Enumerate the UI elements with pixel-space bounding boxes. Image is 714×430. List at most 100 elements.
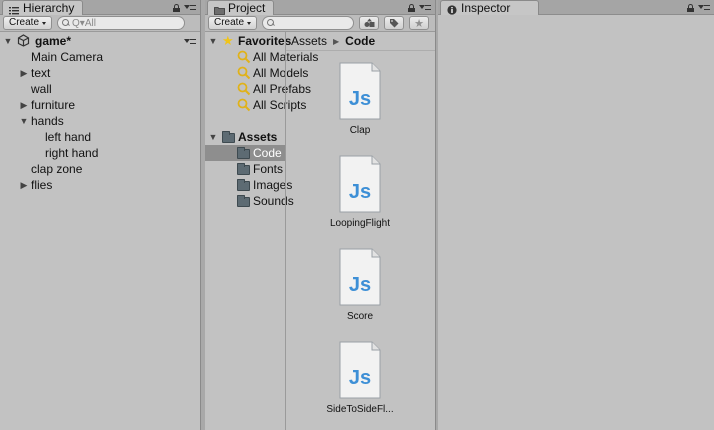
hierarchy-item-label: wall <box>31 82 52 96</box>
hierarchy-item-label: Main Camera <box>31 50 104 64</box>
folder-icon <box>237 195 250 207</box>
breadcrumb-root[interactable]: Assets <box>291 34 327 48</box>
breadcrumb-separator-icon: ▶ <box>333 36 340 46</box>
js-script-icon: Js <box>339 341 381 399</box>
panel-menu-icon[interactable] <box>698 3 710 12</box>
svg-text:Js: Js <box>349 274 371 296</box>
js-script-icon: Js <box>339 248 381 306</box>
expanded-arrow-icon[interactable]: ▼ <box>208 33 218 49</box>
hierarchy-item[interactable]: clap zone <box>0 161 200 177</box>
script-asset[interactable]: Js Score <box>285 248 435 323</box>
search-icon <box>267 19 275 27</box>
project-panel: Project Create ★ ▼ ★ Favorites All Mater… <box>205 0 436 430</box>
inspector-panel: Inspector <box>438 0 714 430</box>
folder-icon <box>237 179 250 191</box>
filter-by-label-button[interactable] <box>384 16 405 30</box>
panel-menu-icon[interactable] <box>419 3 431 12</box>
filter-by-type-button[interactable] <box>359 16 380 30</box>
hierarchy-item-label: text <box>31 66 51 80</box>
expanded-arrow-icon[interactable]: ▼ <box>3 33 13 49</box>
hierarchy-panel: Hierarchy Create Q▾All ▼ game* Main Came… <box>0 0 201 430</box>
folder-item-label: Fonts <box>253 162 284 176</box>
saved-search-icon <box>237 98 251 112</box>
lock-icon[interactable] <box>408 3 415 12</box>
expanded-arrow-icon[interactable]: ▼ <box>19 113 29 129</box>
favorite-item[interactable]: All Materials <box>205 49 318 65</box>
project-tabbar: Project <box>205 0 435 15</box>
svg-text:Js: Js <box>349 181 371 203</box>
folder-item[interactable]: Fonts <box>205 161 285 177</box>
folder-item[interactable]: Code <box>205 145 285 161</box>
hierarchy-search-input[interactable]: Q▾All <box>57 16 186 30</box>
script-asset[interactable]: Js Clap <box>285 62 435 137</box>
panel-menu-icon[interactable] <box>184 3 196 12</box>
project-toolbar: Create ★ <box>205 15 435 32</box>
script-asset-name: Score <box>346 311 374 322</box>
dropdown-caret-icon <box>247 21 252 25</box>
create-label: Create <box>9 17 40 28</box>
hierarchy-item[interactable]: ▶ furniture <box>0 97 200 113</box>
saved-search-icon <box>237 66 251 80</box>
js-script-icon: Js <box>339 62 381 120</box>
inspector-body <box>438 16 714 430</box>
hierarchy-item[interactable]: Main Camera <box>0 49 200 65</box>
hierarchy-toolbar: Create Q▾All <box>0 15 200 32</box>
hierarchy-tabbar: Hierarchy <box>0 0 200 15</box>
scene-menu-icon[interactable] <box>184 37 196 46</box>
project-search-input[interactable] <box>262 16 355 30</box>
lock-icon[interactable] <box>687 3 694 12</box>
folder-tab-icon <box>214 4 225 15</box>
hierarchy-item[interactable]: ▼ hands <box>0 113 200 129</box>
shapes-icon <box>364 18 375 27</box>
expanded-arrow-icon[interactable]: ▼ <box>208 129 218 145</box>
js-script-icon: Js <box>339 155 381 213</box>
hierarchy-item[interactable]: ▶ text <box>0 65 200 81</box>
collapsed-arrow-icon[interactable]: ▶ <box>19 97 29 113</box>
folder-icon <box>237 163 250 175</box>
favorites-row[interactable]: ▼ ★ Favorites <box>205 33 292 49</box>
scene-name: game* <box>35 34 72 48</box>
hierarchy-item[interactable]: left hand <box>0 129 200 145</box>
collapsed-arrow-icon[interactable]: ▶ <box>19 177 29 193</box>
breadcrumb-current[interactable]: Code <box>345 34 375 48</box>
script-asset[interactable]: Js LoopingFlight <box>285 155 435 230</box>
tag-icon <box>390 19 399 28</box>
hierarchy-tree: ▼ game* Main Camera ▶ text wall ▶ furniture ▼ h… <box>0 33 200 193</box>
script-asset[interactable]: Js SideToSideFl... <box>285 341 435 416</box>
breadcrumb: Assets ▶ Code <box>286 32 435 51</box>
hierarchy-item[interactable]: right hand <box>0 145 200 161</box>
info-icon <box>447 4 457 15</box>
lock-icon[interactable] <box>173 3 180 12</box>
hierarchy-item-label: clap zone <box>31 162 83 176</box>
favorite-item[interactable]: All Prefabs <box>205 81 311 97</box>
tab-project-label: Project <box>228 1 266 15</box>
folder-icon <box>237 147 250 159</box>
tab-hierarchy[interactable]: Hierarchy <box>2 0 84 15</box>
favorite-item[interactable]: All Models <box>205 65 308 81</box>
list-icon <box>9 4 19 14</box>
assets-root-row[interactable]: ▼ Assets <box>205 129 285 145</box>
svg-text:Js: Js <box>349 367 371 389</box>
hierarchy-item-label: left hand <box>45 130 92 144</box>
favorites-star-icon: ★ <box>222 33 234 48</box>
svg-text:Js: Js <box>349 88 371 110</box>
unity-scene-icon <box>17 34 30 47</box>
tab-inspector[interactable]: Inspector <box>440 0 540 15</box>
folder-item[interactable]: Sounds <box>205 193 294 209</box>
hierarchy-search-placeholder: Q▾All <box>72 17 96 29</box>
folder-item[interactable]: Images <box>205 177 292 193</box>
hierarchy-item[interactable]: ▶ flies <box>0 177 200 193</box>
script-asset-name: LoopingFlight <box>329 218 391 229</box>
tab-project[interactable]: Project <box>207 0 275 15</box>
collapsed-arrow-icon[interactable]: ▶ <box>19 65 29 81</box>
favorite-item[interactable]: All Scripts <box>205 97 306 113</box>
inspector-tabbar: Inspector <box>438 0 714 15</box>
hierarchy-item[interactable]: wall <box>0 81 200 97</box>
hierarchy-create-button[interactable]: Create <box>3 16 53 30</box>
project-create-button[interactable]: Create <box>208 16 258 30</box>
hierarchy-item-label: right hand <box>45 146 99 160</box>
assets-label: Assets <box>238 130 278 144</box>
scene-row[interactable]: ▼ game* <box>0 33 200 49</box>
favorites-toggle-button[interactable]: ★ <box>409 16 430 30</box>
create-label: Create <box>214 17 245 28</box>
